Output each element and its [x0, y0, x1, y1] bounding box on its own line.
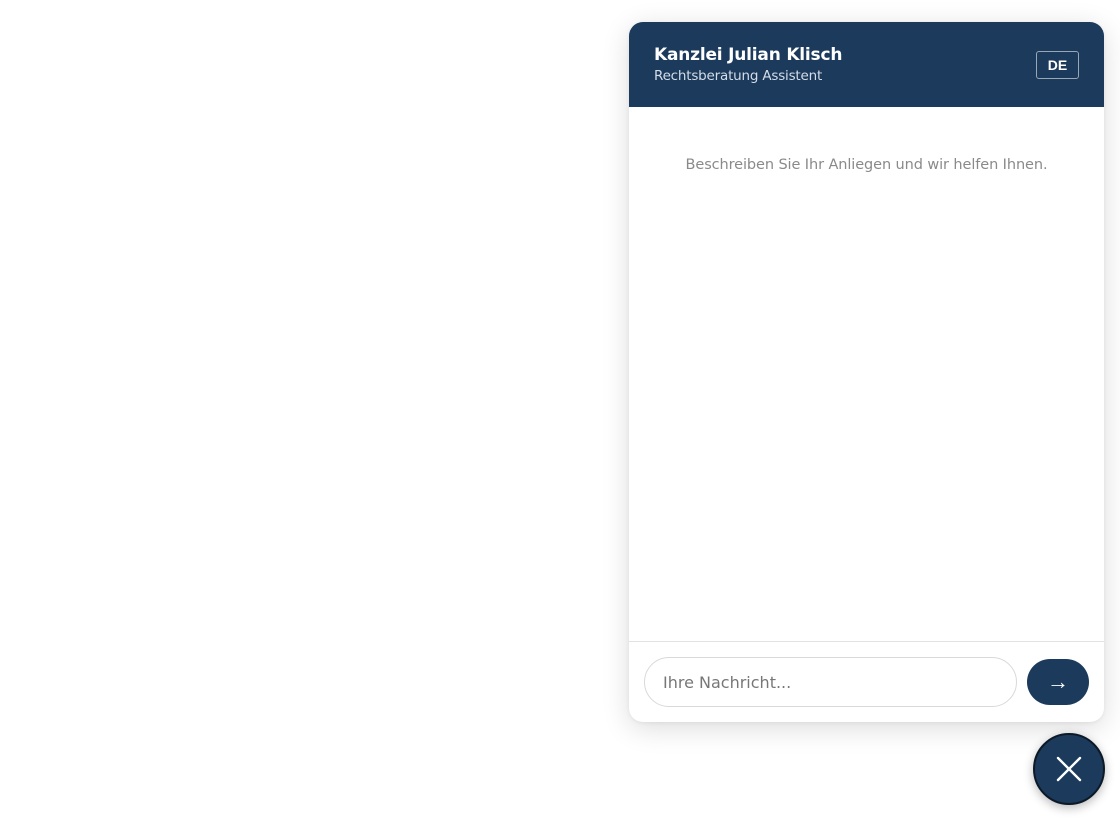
chat-header: Kanzlei Julian Klisch Rechtsberatung Ass… — [629, 22, 1104, 107]
chat-window: Kanzlei Julian Klisch Rechtsberatung Ass… — [629, 22, 1104, 722]
message-input[interactable] — [644, 657, 1017, 707]
language-toggle-button[interactable]: DE — [1036, 50, 1079, 79]
welcome-message: Beschreiben Sie Ihr Anliegen und wir hel… — [685, 157, 1048, 173]
header-text: Kanzlei Julian Klisch Rechtsberatung Ass… — [654, 44, 842, 85]
close-chat-button[interactable] — [1033, 733, 1105, 805]
chat-subtitle: Rechtsberatung Assistent — [654, 68, 823, 84]
arrow-right-icon: → — [1047, 669, 1069, 694]
message-composer: → — [629, 641, 1104, 722]
chat-title: Kanzlei Julian Klisch — [654, 45, 843, 65]
close-icon — [1056, 756, 1082, 782]
send-button[interactable]: → — [1027, 659, 1089, 705]
message-area: Beschreiben Sie Ihr Anliegen und wir hel… — [629, 107, 1104, 641]
